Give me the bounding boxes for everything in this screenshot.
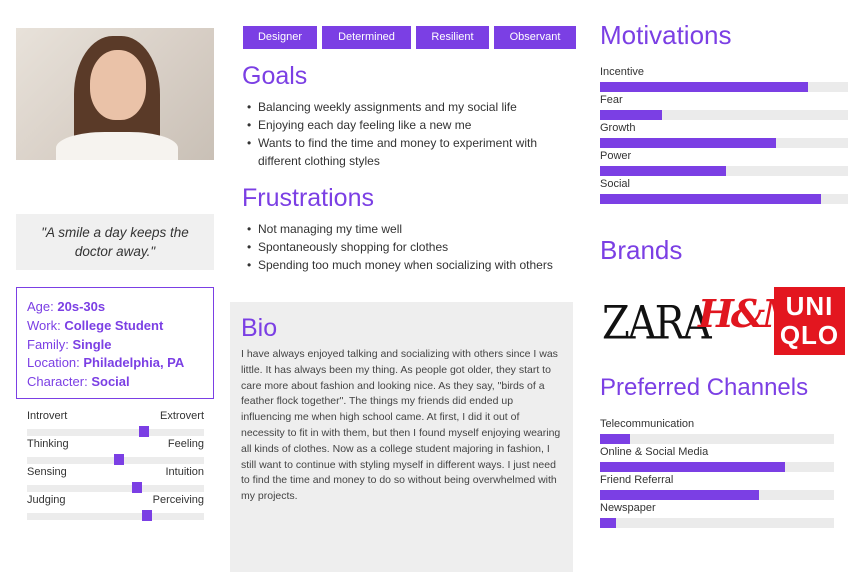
trait-row: Introvert Extrovert (27, 410, 204, 438)
trait-slider-knob (139, 426, 149, 437)
photo-shirt (56, 132, 178, 160)
trait-left-label: Sensing (27, 466, 67, 478)
channel-track (600, 518, 834, 528)
persona-quote: "A smile a day keeps the doctor away." (16, 214, 214, 270)
channels-list: Telecommunication Online & Social Media … (600, 418, 834, 530)
trait-slider-track (27, 513, 204, 520)
channel-label: Telecommunication (600, 418, 695, 430)
motivations-heading: Motivations (600, 20, 732, 50)
motivation-label: Growth (600, 122, 636, 134)
bio-panel: Bio I have always enjoyed talking and so… (230, 302, 573, 572)
bio-heading: Bio (241, 314, 278, 342)
trait-row: Judging Perceiving (27, 494, 204, 522)
motivation-label: Incentive (600, 66, 645, 78)
bio-text: I have always enjoyed talking and social… (241, 348, 561, 503)
goals-heading: Goals (242, 62, 308, 90)
persona-photo (16, 28, 214, 160)
motivation-track (600, 194, 848, 204)
channel-label: Friend Referral (600, 474, 674, 486)
channel-label: Online & Social Media (600, 446, 709, 458)
trait-slider-track (27, 485, 204, 492)
trait-slider-knob (114, 454, 124, 465)
channel-label: Newspaper (600, 502, 656, 514)
uniqlo-logo-top: UNI (785, 291, 834, 321)
motivation-track (600, 138, 848, 148)
goal-item: Enjoying each day feeling like a new me (243, 116, 563, 134)
channel-row: Newspaper (600, 502, 834, 530)
goal-item: Balancing weekly assignments and my soci… (243, 98, 563, 116)
motivation-row: Fear (600, 94, 848, 122)
motivation-fill (600, 110, 662, 120)
info-work: Work: College Student (27, 317, 164, 333)
trait-left-label: Introvert (27, 410, 68, 422)
trait-slider-knob (142, 510, 152, 521)
motivation-row: Social (600, 178, 848, 206)
motivation-fill (600, 166, 727, 176)
trait-slider-knob (132, 482, 142, 493)
channel-fill (600, 518, 617, 528)
channel-fill (600, 434, 631, 444)
motivation-fill (600, 138, 777, 148)
goals-list: Balancing weekly assignments and my soci… (243, 98, 563, 170)
trait-slider-track (27, 429, 204, 436)
frustration-item: Spending too much money when socializing… (243, 256, 563, 274)
motivation-track (600, 110, 848, 120)
info-character: Character: Social (27, 374, 130, 390)
motivation-track (600, 82, 848, 92)
trait-right-label: Feeling (167, 438, 204, 450)
motivation-label: Fear (600, 94, 623, 106)
motivation-row: Incentive (600, 66, 848, 94)
tag-designer: Designer (243, 26, 317, 49)
motivation-track (600, 166, 848, 176)
frustration-item: Spontaneously shopping for clothes (243, 238, 563, 256)
motivation-label: Social (600, 178, 630, 190)
channel-track (600, 434, 834, 444)
channels-heading: Preferred Channels (600, 374, 809, 401)
motivation-row: Growth (600, 122, 848, 150)
persona-tags: Designer Determined Resilient Observant (243, 26, 576, 49)
channel-fill (600, 490, 760, 500)
frustrations-list: Not managing my time well Spontaneously … (243, 220, 563, 274)
persona-info-card: Age: 20s-30s Work: College Student Famil… (16, 287, 214, 399)
frustrations-heading: Frustrations (242, 184, 374, 212)
channel-track (600, 462, 834, 472)
tag-resilient: Resilient (416, 26, 489, 49)
trait-right-label: Intuition (165, 466, 204, 478)
zara-logo: ZARA (602, 297, 712, 350)
tag-observant: Observant (494, 26, 576, 49)
uniqlo-logo-bottom: QLO (779, 320, 840, 350)
info-location: Location: Philadelphia, PA (27, 355, 185, 371)
motivation-label: Power (600, 150, 632, 162)
channel-row: Telecommunication (600, 418, 834, 446)
goal-item: Wants to find the time and money to expe… (243, 134, 563, 170)
channel-row: Friend Referral (600, 474, 834, 502)
trait-row: Thinking Feeling (27, 438, 204, 466)
motivation-row: Power (600, 150, 848, 178)
photo-face (90, 50, 146, 120)
trait-left-label: Thinking (27, 438, 69, 450)
motivation-fill (600, 82, 809, 92)
tag-determined: Determined (322, 26, 411, 49)
uniqlo-logo: UNI QLO (774, 287, 845, 355)
trait-left-label: Judging (27, 494, 66, 506)
brands-heading: Brands (600, 235, 683, 265)
info-family: Family: Single (27, 336, 112, 352)
motivation-fill (600, 194, 821, 204)
info-age: Age: 20s-30s (27, 299, 106, 314)
channel-track (600, 490, 834, 500)
trait-right-label: Extrovert (159, 410, 204, 422)
trait-right-label: Perceiving (152, 494, 204, 506)
frustration-item: Not managing my time well (243, 220, 563, 238)
channel-fill (600, 462, 785, 472)
trait-row: Sensing Intuition (27, 466, 204, 494)
personality-traits: Introvert Extrovert Thinking Feeling Sensi… (27, 410, 204, 522)
motivations-list: Incentive Fear Growth Power Social (600, 66, 848, 206)
channel-row: Online & Social Media (600, 446, 834, 474)
